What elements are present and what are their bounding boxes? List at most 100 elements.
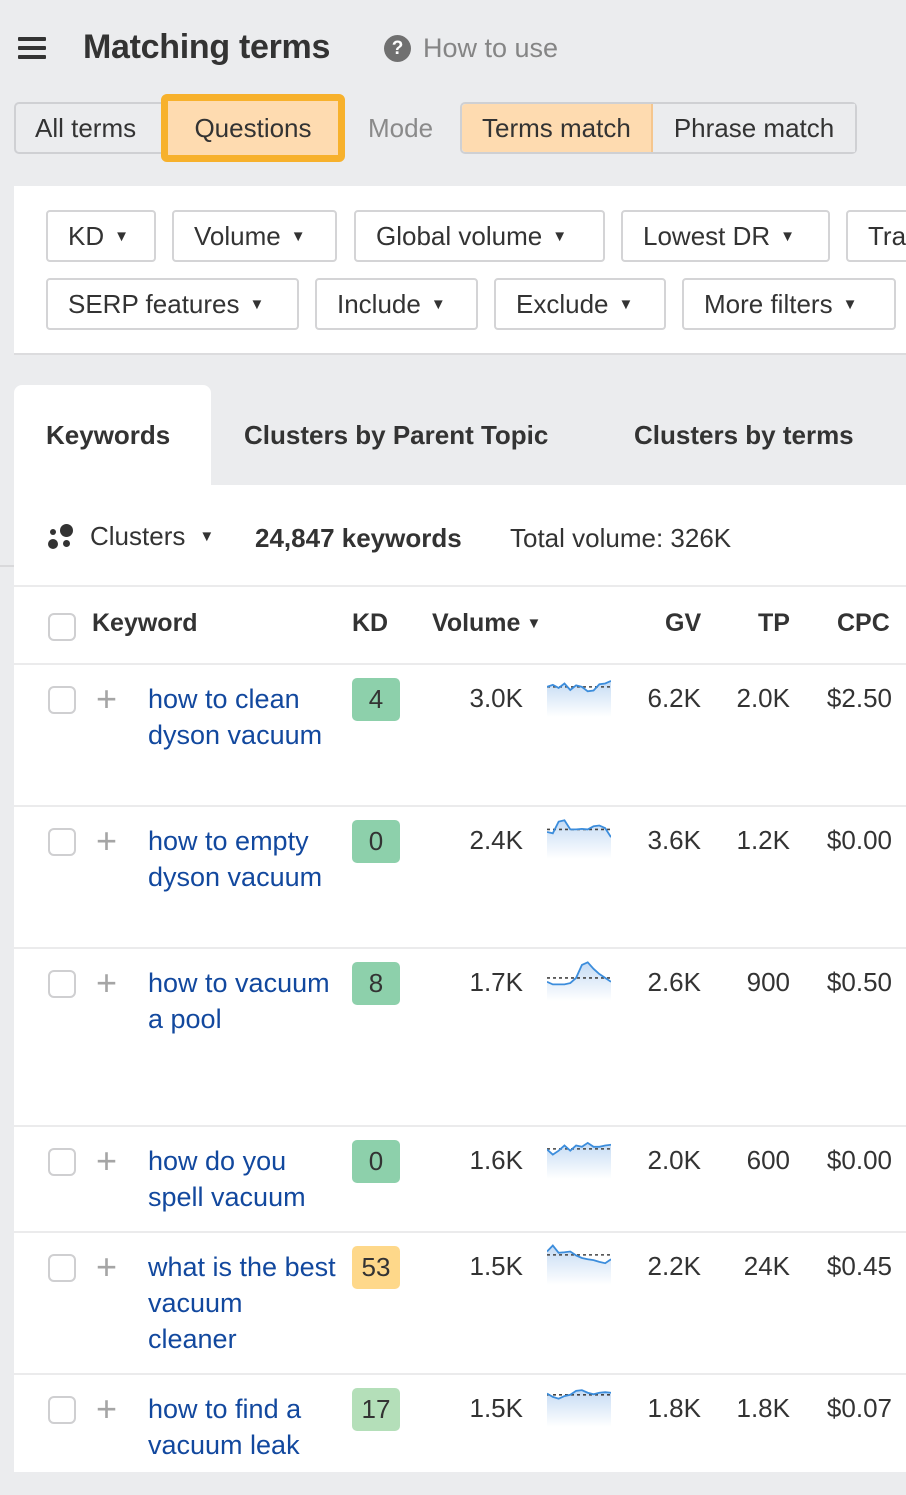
caret-down-icon: ▼ (430, 295, 446, 313)
all-terms-button[interactable]: All terms (16, 104, 169, 152)
kd-badge: 4 (352, 678, 400, 721)
filter-label: Exclude (516, 288, 609, 319)
select-all-checkbox[interactable] (48, 613, 76, 641)
hamburger-menu-icon[interactable] (18, 37, 46, 59)
volume-value: 2.4K (469, 825, 524, 855)
filter-label: Include (337, 288, 421, 319)
terms-match-button[interactable]: Terms match (462, 104, 653, 152)
filter-label: Lowest DR (643, 220, 771, 251)
mode-label: Mode (368, 113, 434, 143)
add-to-list-icon[interactable]: + (96, 965, 117, 1001)
view-tabs: Keywords Clusters by Parent Topic Cluste… (14, 385, 906, 485)
column-kd[interactable]: KD (352, 609, 388, 638)
kd-badge: 53 (352, 1246, 400, 1289)
volume-value: 1.5K (469, 1251, 524, 1281)
row-checkbox[interactable] (48, 1396, 76, 1424)
tab-clusters-by-parent-topic[interactable]: Clusters by Parent Topic (244, 385, 548, 485)
traffic-potential-value: 900 (746, 967, 790, 997)
volume-trend-sparkline (547, 1141, 611, 1179)
keyword-link[interactable]: how do you spell vacuum (148, 1143, 338, 1215)
keyword-link[interactable]: how to clean dyson vacuum (148, 681, 338, 753)
filter-kd[interactable]: KD ▼ (46, 210, 156, 262)
volume-trend-sparkline (547, 680, 611, 717)
caret-down-icon: ▼ (249, 295, 265, 313)
questions-button[interactable]: Questions (161, 94, 345, 162)
add-to-list-icon[interactable]: + (96, 1143, 117, 1179)
caret-down-icon: ▼ (552, 227, 568, 245)
cpc-value: $0.45 (826, 1251, 892, 1281)
sparkline-area (547, 1390, 611, 1427)
kd-badge: 17 (352, 1388, 400, 1431)
total-volume: Total volume: 326K (510, 523, 732, 553)
row-checkbox[interactable] (48, 970, 76, 998)
page-header: Matching terms ? How to use (0, 0, 906, 96)
row-checkbox[interactable] (48, 828, 76, 856)
column-volume[interactable]: Volume ▼ (432, 609, 541, 638)
caret-down-icon: ▼ (842, 295, 858, 313)
traffic-potential-value: 600 (746, 1145, 790, 1175)
filter-more-filters[interactable]: More filters ▼ (682, 278, 896, 330)
volume-trend-sparkline (547, 961, 611, 1001)
term-type-toggle: All terms Questions (14, 94, 345, 162)
filter-volume[interactable]: Volume ▼ (172, 210, 337, 262)
global-volume-value: 6.2K (647, 683, 702, 713)
cpc-value: $0.07 (826, 1393, 892, 1423)
volume-trend-sparkline (547, 819, 611, 859)
question-circle-icon: ? (384, 35, 411, 62)
table-row: + how do you spell vacuum 0 1.6K 2.0K 600 $0.0… (14, 1127, 906, 1233)
table-row: + how to empty dyson vacuum 0 2.4K 3.6K 1.2K $… (14, 807, 906, 949)
clusters-dropdown[interactable]: Clusters ▼ (48, 521, 214, 552)
global-volume-value: 3.6K (647, 825, 702, 855)
kd-badge: 0 (352, 1140, 400, 1183)
add-to-list-icon[interactable]: + (96, 681, 117, 717)
filter-global-volume[interactable]: Global volume ▼ (354, 210, 605, 262)
add-to-list-icon[interactable]: + (96, 1249, 117, 1285)
filter-label: KD (68, 220, 105, 251)
volume-value: 1.6K (469, 1145, 524, 1175)
keyword-link[interactable]: how to find a vacuum leak (148, 1391, 338, 1463)
global-volume-value: 1.8K (647, 1393, 702, 1423)
filter-serp-features[interactable]: SERP features ▼ (46, 278, 299, 330)
filter-label: SERP features (68, 288, 240, 319)
cpc-value: $0.50 (826, 967, 892, 997)
volume-value: 1.7K (469, 967, 524, 997)
column-gv[interactable]: GV (665, 609, 701, 638)
filter-lowest-dr[interactable]: Lowest DR ▼ (621, 210, 830, 262)
keyword-link[interactable]: how to empty dyson vacuum (148, 823, 338, 895)
sparkline-area (547, 962, 611, 1001)
table-row: + how to clean dyson vacuum 4 3.0K 6.2K 2.0K $… (14, 665, 906, 807)
caret-down-icon: ▼ (780, 227, 796, 245)
kd-badge: 0 (352, 820, 400, 863)
volume-trend-sparkline (547, 1389, 611, 1427)
kd-badge: 8 (352, 962, 400, 1005)
add-to-list-icon[interactable]: + (96, 823, 117, 859)
keywords-panel: Clusters ▼ 24,847 keywords Total volume:… (14, 485, 906, 1472)
column-keyword[interactable]: Keyword (92, 609, 198, 638)
filter-traffic[interactable]: Tra (846, 210, 906, 262)
add-to-list-icon[interactable]: + (96, 1391, 117, 1427)
clusters-icon (48, 523, 76, 550)
caret-down-icon: ▼ (114, 227, 129, 245)
keyword-count: 24,847 keywords (255, 523, 462, 553)
global-volume-value: 2.6K (647, 967, 702, 997)
traffic-potential-value: 1.8K (736, 1393, 791, 1423)
tab-keywords[interactable]: Keywords (14, 385, 211, 485)
filter-include[interactable]: Include ▼ (315, 278, 478, 330)
keyword-link[interactable]: what is the best vacuum cleaner (148, 1249, 338, 1357)
traffic-potential-value: 1.2K (736, 825, 791, 855)
how-to-use-label: How to use (423, 33, 559, 63)
tab-clusters-by-terms[interactable]: Clusters by terms (634, 385, 854, 485)
keyword-link[interactable]: how to vacuum a pool (148, 965, 338, 1037)
column-tp[interactable]: TP (758, 609, 790, 638)
how-to-use-link[interactable]: ? How to use (384, 33, 558, 64)
row-checkbox[interactable] (48, 686, 76, 714)
phrase-match-button[interactable]: Phrase match (652, 104, 856, 152)
column-cpc[interactable]: CPC (837, 609, 890, 638)
filter-exclude[interactable]: Exclude ▼ (494, 278, 666, 330)
volume-trend-sparkline (547, 1244, 611, 1285)
traffic-potential-value: 24K (743, 1251, 790, 1281)
cpc-value: $2.50 (826, 683, 892, 713)
row-checkbox[interactable] (48, 1148, 76, 1176)
page-title: Matching terms (83, 28, 331, 66)
row-checkbox[interactable] (48, 1254, 76, 1282)
